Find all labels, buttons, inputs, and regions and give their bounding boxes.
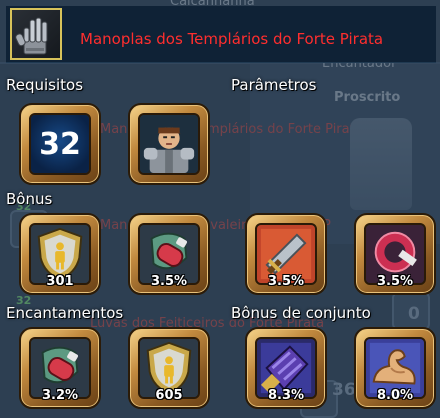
bonus-potion-value: 3.5% xyxy=(150,274,188,289)
parameters-label: Parâmetros xyxy=(231,76,317,94)
bonus-slot-armor[interactable]: 301 xyxy=(19,213,101,295)
item-title-bar: Manoplas dos Templários do Forte Pirata xyxy=(6,6,436,63)
gauntlet-icon xyxy=(10,8,62,60)
paladin-portrait-icon xyxy=(138,113,200,175)
level-requirement-slot[interactable]: 32 xyxy=(19,103,101,185)
enchant-slot-armor[interactable]: 605 xyxy=(128,327,210,409)
set-bonus-strength-value: 8.0% xyxy=(376,388,414,403)
bg-count: 36 xyxy=(332,380,356,400)
set-bonus-slot-strength[interactable]: 8.0% xyxy=(354,327,436,409)
bonus-label: Bônus xyxy=(6,190,53,208)
enchant-armor-value: 605 xyxy=(155,388,183,403)
set-bonus-label: Bônus de conjunto xyxy=(231,304,371,322)
enchant-potion-value: 3.2% xyxy=(41,388,79,403)
bonus-slot-ring[interactable]: 3.5% xyxy=(354,213,436,295)
bg-character-silhouette xyxy=(350,118,412,210)
set-bonus-slot-gauntlet[interactable]: 8.3% xyxy=(245,327,327,409)
set-bonus-gauntlet-value: 8.3% xyxy=(267,388,305,403)
bg-side-b: 0 xyxy=(408,304,420,324)
enchantments-label: Encantamentos xyxy=(6,304,124,322)
enchant-slot-potion[interactable]: 3.2% xyxy=(19,327,101,409)
level-requirement-value: 32 xyxy=(31,115,89,173)
bonus-armor-value: 301 xyxy=(46,274,74,289)
bonus-slot-potion[interactable]: 3.5% xyxy=(128,213,210,295)
character-portrait-slot[interactable] xyxy=(128,103,210,185)
bonus-slot-sword[interactable]: 3.5% xyxy=(245,213,327,295)
item-title: Manoplas dos Templários do Forte Pirata xyxy=(80,30,384,48)
requirements-label: Requisitos xyxy=(6,76,84,94)
bonus-sword-value: 3.5% xyxy=(267,274,305,289)
bg-outcast-label: Proscrito xyxy=(334,90,401,105)
bonus-ring-value: 3.5% xyxy=(376,274,414,289)
